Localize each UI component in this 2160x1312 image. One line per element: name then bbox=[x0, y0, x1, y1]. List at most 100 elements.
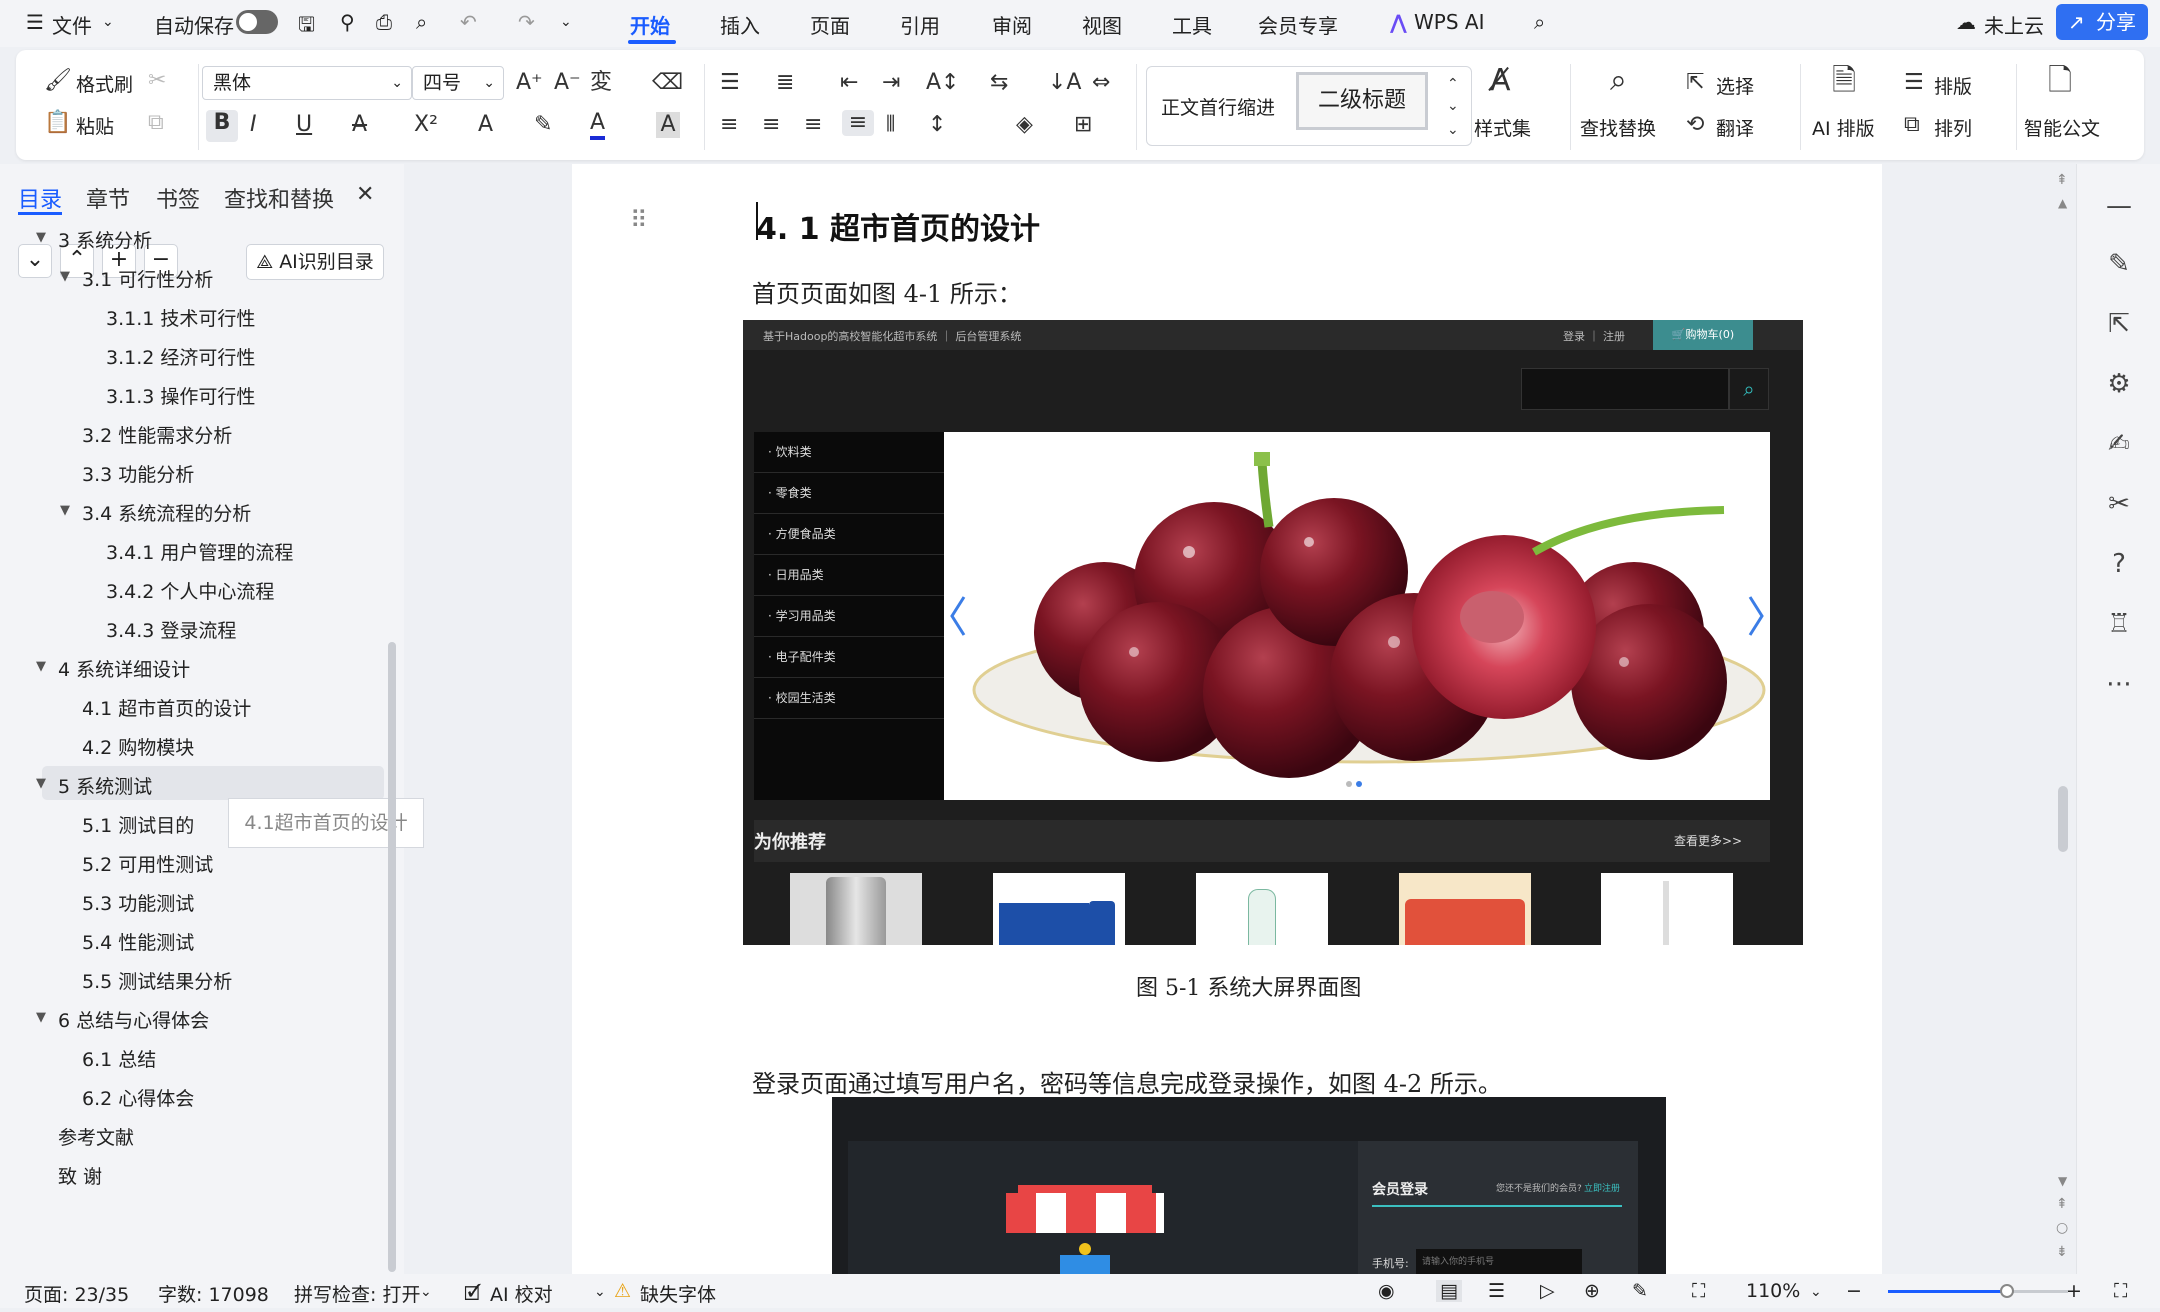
print-icon[interactable]: ⎙ bbox=[376, 10, 392, 34]
tab-view[interactable]: 视图 bbox=[1082, 10, 1122, 39]
collapse-all-button[interactable]: ⌄ bbox=[18, 244, 52, 278]
smart-doc-button[interactable]: 智能公文 bbox=[2024, 114, 2100, 141]
expand-caret-icon[interactable]: ▼ bbox=[36, 230, 46, 245]
scroll-top-icon[interactable]: ⇞ bbox=[2056, 172, 2068, 188]
tab-references[interactable]: 引用 bbox=[900, 10, 940, 39]
toc-item[interactable]: 5.3 功能测试 bbox=[82, 889, 194, 916]
toc-item[interactable]: 3.4.2 个人中心流程 bbox=[106, 577, 274, 604]
tab-page[interactable]: 页面 bbox=[810, 10, 850, 39]
expand-caret-icon[interactable]: ▼ bbox=[36, 776, 46, 791]
toc-item[interactable]: 3.4 系统流程的分析 bbox=[82, 499, 251, 526]
layout-button[interactable]: 排版 bbox=[1934, 72, 1972, 99]
style-heading2[interactable]: 二级标题 bbox=[1296, 72, 1428, 130]
tab-wps-ai[interactable]: WPS AI bbox=[1414, 10, 1484, 34]
paste-button[interactable]: 粘贴 bbox=[76, 112, 114, 139]
prev-page-icon[interactable]: ⇞ bbox=[2056, 1196, 2068, 1212]
zoom-slider-track[interactable] bbox=[1888, 1284, 2068, 1298]
pointer-icon[interactable]: ⇱ bbox=[2103, 308, 2135, 340]
figure-login-screenshot[interactable]: 会员登录 您还不是我们的会员? 立即注册 手机号: 请输入你的手机号 bbox=[832, 1097, 1666, 1274]
sidebar-scrollbar[interactable] bbox=[388, 642, 396, 1272]
line-spacing-icon[interactable]: ↕ bbox=[928, 112, 946, 138]
align-right-icon[interactable]: ≡ bbox=[804, 112, 822, 138]
toc-item[interactable]: 6 总结与心得体会 bbox=[58, 1006, 209, 1033]
paragraph-1[interactable]: 首页页面如图 4-1 所示： bbox=[752, 274, 1022, 309]
toc-item[interactable]: 3.1.3 操作可行性 bbox=[106, 382, 255, 409]
fit-page-icon[interactable]: ⛶ bbox=[1692, 1280, 1705, 1302]
search-icon[interactable]: ⌕ bbox=[1534, 10, 1545, 34]
drag-handle-icon[interactable]: ⠿ bbox=[630, 206, 648, 234]
format-painter-button[interactable]: 格式刷 bbox=[76, 70, 133, 97]
share-button[interactable]: ↗ 分享 bbox=[2056, 4, 2148, 40]
scroll-up-icon[interactable]: ▲ bbox=[2058, 196, 2067, 210]
select-browse-icon[interactable]: ○ bbox=[2056, 1220, 2068, 1236]
tab-toc[interactable]: 目录 bbox=[18, 182, 62, 214]
font-color-icon[interactable]: A bbox=[590, 110, 606, 140]
toc-item[interactable]: 3.1.1 技术可行性 bbox=[106, 304, 255, 331]
toc-item[interactable]: 3.2 性能需求分析 bbox=[82, 421, 232, 448]
toc-item[interactable]: 5.2 可用性测试 bbox=[82, 850, 213, 877]
format-painter-quick-icon[interactable]: ⚲ bbox=[340, 10, 355, 34]
toc-item[interactable]: 3.1.2 经济可行性 bbox=[106, 343, 255, 370]
tools-icon[interactable]: ✂ bbox=[2103, 488, 2135, 520]
fullscreen-icon[interactable]: ⛶ bbox=[2114, 1280, 2127, 1302]
align-left-icon[interactable]: ≡ bbox=[720, 112, 738, 138]
decrease-indent-icon[interactable]: ⇤ bbox=[840, 70, 858, 96]
minimize-pane-icon[interactable]: — bbox=[2103, 190, 2135, 222]
more-icon[interactable]: ⋯ bbox=[2103, 668, 2135, 700]
shading-icon[interactable]: ◈ bbox=[1016, 112, 1033, 138]
expand-caret-icon[interactable]: ▼ bbox=[36, 1010, 46, 1025]
expand-caret-icon[interactable]: ▼ bbox=[60, 503, 70, 518]
figure-homepage-screenshot[interactable]: 基于Hadoop的高校智能化超市系统 ｜ 后台管理系统 登录 ｜ 注册 🛒购物车… bbox=[743, 320, 1803, 945]
increase-indent-icon[interactable]: ⇥ bbox=[882, 70, 900, 96]
pen-icon[interactable]: ✎ bbox=[2103, 248, 2135, 280]
scroll-down-icon[interactable]: ▼ bbox=[2058, 1174, 2067, 1188]
arrange-button[interactable]: 排列 bbox=[1934, 114, 1972, 141]
toc-item[interactable]: 3.1 可行性分析 bbox=[82, 265, 213, 292]
spell-check[interactable]: 拼写检查: 打开 bbox=[294, 1280, 420, 1307]
bullets-icon[interactable]: ☰ bbox=[720, 70, 740, 96]
select-button[interactable]: 选择 bbox=[1716, 72, 1754, 99]
more-quick-icon[interactable]: ⌄ bbox=[560, 14, 572, 30]
page-count[interactable]: 页面: 23/35 bbox=[24, 1280, 129, 1307]
vertical-scrollbar[interactable] bbox=[2058, 786, 2068, 852]
translate-button[interactable]: 翻译 bbox=[1716, 114, 1754, 141]
font-size-select[interactable]: 四号 ⌄ bbox=[412, 66, 504, 100]
play-icon[interactable]: ▷ bbox=[1540, 1280, 1555, 1302]
find-replace-button[interactable]: 查找替换 bbox=[1580, 114, 1656, 141]
tab-insert[interactable]: 插入 bbox=[720, 10, 760, 39]
phonetic-guide-icon[interactable]: 変 bbox=[590, 70, 612, 96]
chevron-down-icon[interactable]: ⌄ bbox=[102, 14, 114, 30]
tab-review[interactable]: 审阅 bbox=[992, 10, 1032, 39]
styles-set-button[interactable]: 样式集 bbox=[1474, 114, 1531, 141]
undo-icon[interactable]: ↶ bbox=[460, 10, 477, 34]
toc-item[interactable]: 5.5 测试结果分析 bbox=[82, 967, 232, 994]
underline-icon[interactable]: U bbox=[296, 112, 312, 138]
page-view-icon[interactable]: ▤ bbox=[1436, 1280, 1462, 1302]
expand-caret-icon[interactable]: ▼ bbox=[36, 659, 46, 674]
justify-icon[interactable]: ≡ bbox=[842, 110, 874, 136]
expand-caret-icon[interactable]: ▼ bbox=[60, 269, 70, 284]
toc-item[interactable]: 6.2 心得体会 bbox=[82, 1084, 194, 1111]
hamburger-icon[interactable]: ☰ bbox=[26, 10, 44, 34]
distributed-icon[interactable]: ⫴ bbox=[886, 112, 895, 138]
write-icon[interactable]: ✎ bbox=[1632, 1280, 1648, 1302]
tab-member[interactable]: 会员专享 bbox=[1258, 10, 1338, 39]
numbering-icon[interactable]: ≣ bbox=[776, 70, 794, 96]
next-page-icon[interactable]: ⇟ bbox=[2056, 1244, 2068, 1260]
cut-icon[interactable]: ✂ bbox=[148, 68, 166, 94]
bold-icon[interactable]: B bbox=[206, 110, 238, 142]
toc-item[interactable]: 3.3 功能分析 bbox=[82, 460, 194, 487]
cloud-status[interactable]: 未上云 bbox=[1984, 10, 2044, 39]
toc-item[interactable]: 4.2 购物模块 bbox=[82, 733, 194, 760]
toc-item[interactable]: 4.1 超市首页的设计 bbox=[82, 694, 251, 721]
file-menu[interactable]: 文件 bbox=[52, 10, 92, 39]
style-expand-icon[interactable]: ⌄ bbox=[1447, 117, 1459, 143]
tab-bookmarks[interactable]: 书签 bbox=[156, 182, 200, 214]
tab-home[interactable]: 开始 bbox=[630, 10, 670, 39]
style-down-icon[interactable]: ⌄ bbox=[1447, 93, 1459, 119]
toc-item[interactable]: 3.4.1 用户管理的流程 bbox=[106, 538, 293, 565]
clear-format-icon[interactable]: ⌫ bbox=[652, 70, 683, 96]
font-family-select[interactable]: 黑体 ⌄ bbox=[202, 66, 412, 100]
italic-icon[interactable]: I bbox=[250, 112, 257, 138]
text-direction-icon[interactable]: A↕ bbox=[926, 70, 959, 96]
